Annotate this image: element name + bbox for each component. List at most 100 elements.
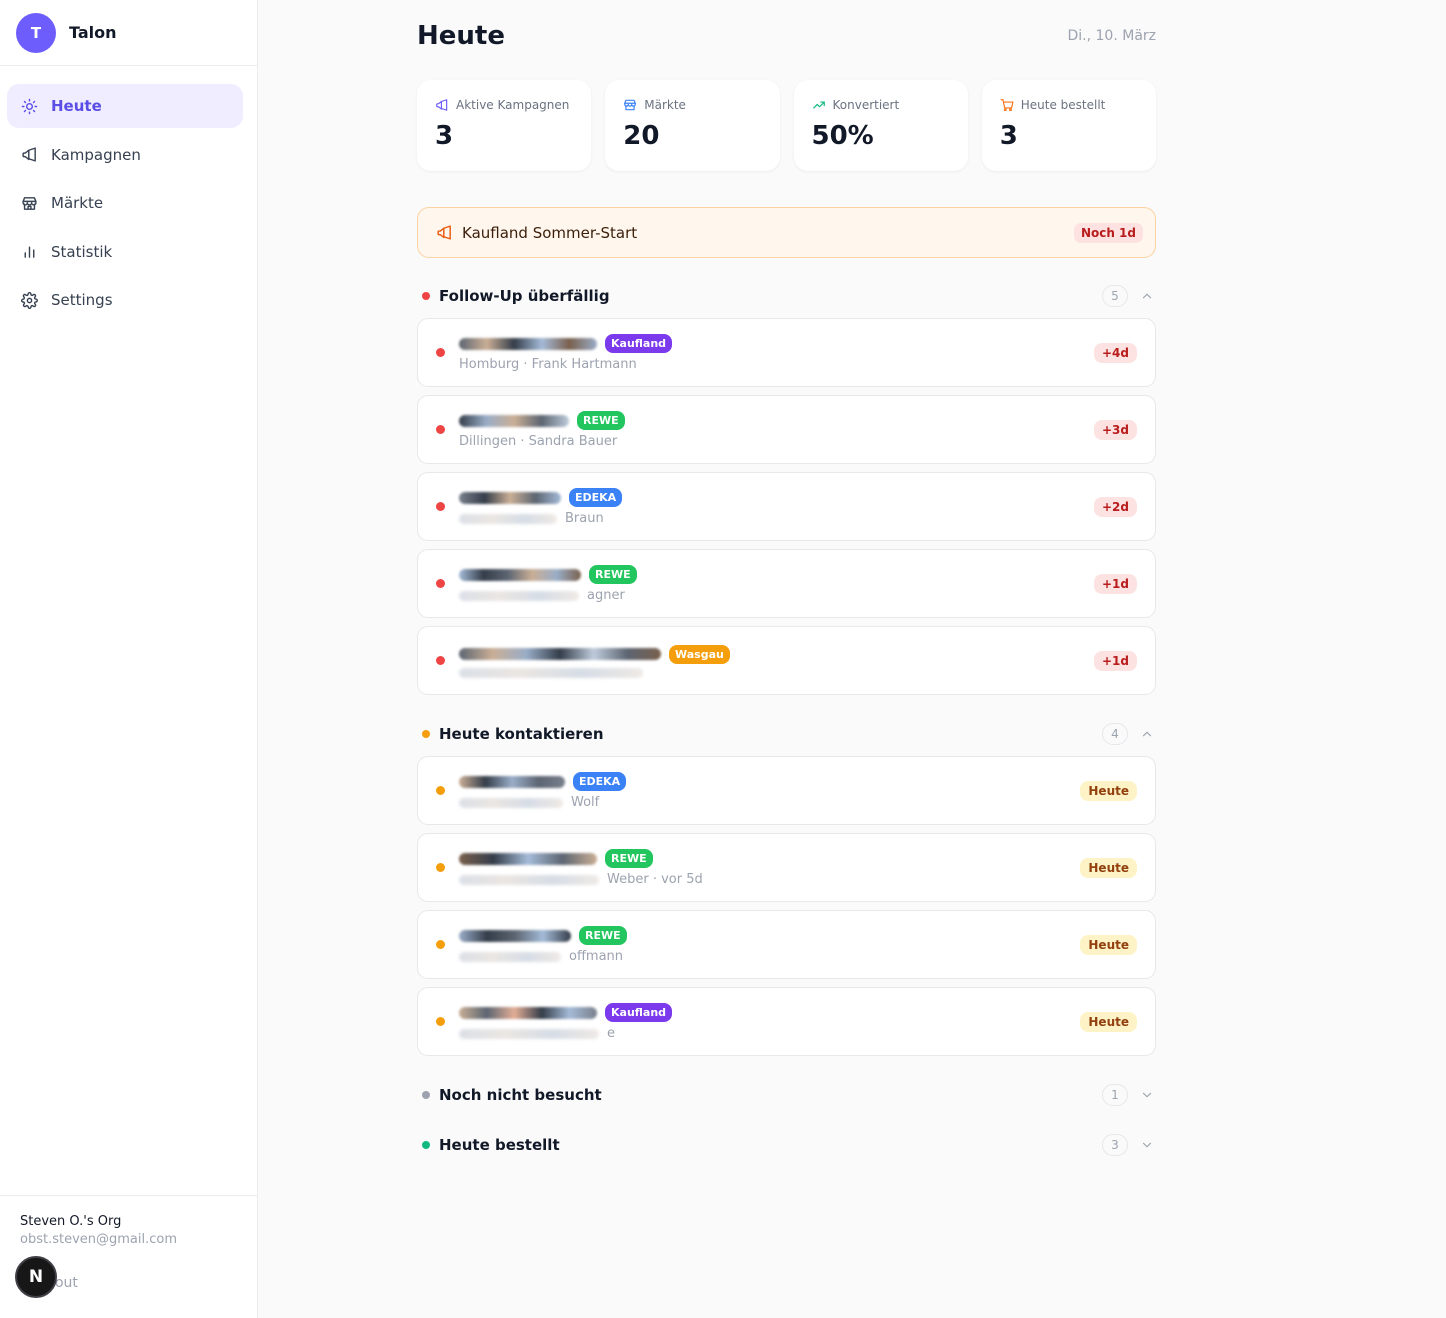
status-dot xyxy=(436,502,445,511)
contact-name: Weber xyxy=(607,872,649,887)
stat-card-bestellt[interactable]: Heute bestellt 3 xyxy=(981,80,1156,171)
contact-name: agner xyxy=(587,588,625,603)
overdue-badge: +2d xyxy=(1094,496,1137,517)
chain-badge: REWE xyxy=(577,411,625,430)
sidebar-item-label: Märkte xyxy=(51,194,104,212)
status-dot xyxy=(436,863,445,872)
chain-badge: Wasgau xyxy=(669,644,730,664)
chevron-down-icon[interactable] xyxy=(1140,1088,1154,1102)
sidebar-item-label: Statistik xyxy=(51,242,113,261)
campaign-banner[interactable]: Kaufland Sommer-Start Noch 1d xyxy=(417,207,1156,258)
chevron-up-icon[interactable] xyxy=(1140,727,1154,741)
due-badge: Heute xyxy=(1080,780,1137,801)
stat-value: 3 xyxy=(999,121,1018,151)
section-header-followup[interactable]: Follow-Up überfällig 5 xyxy=(417,285,1156,307)
list-item[interactable]: EDEKA Wolf Heute xyxy=(417,756,1156,825)
megaphone-icon xyxy=(436,99,448,111)
market-name-redacted xyxy=(459,1006,597,1019)
dev-tools-button[interactable]: N xyxy=(15,1256,57,1298)
list-item[interactable]: REWE agner +1d xyxy=(417,549,1156,618)
list-item[interactable]: REWE Weber · vor 5d Heute xyxy=(417,833,1156,902)
list-item[interactable]: Kaufland Homburg · Frank Hartmann +4d xyxy=(417,318,1156,387)
market-name-redacted xyxy=(459,929,571,942)
contact-name: Frank Hartmann xyxy=(531,357,637,372)
section-title: Follow-Up überfällig xyxy=(439,287,610,305)
status-dot xyxy=(436,786,445,795)
megaphone-icon xyxy=(437,225,451,240)
chain-badge: REWE xyxy=(589,565,637,584)
contact-name: Sandra Bauer xyxy=(528,434,618,449)
chevron-up-icon[interactable] xyxy=(1140,289,1154,303)
stat-card-maerkte[interactable]: Märkte 20 xyxy=(605,80,780,171)
section-count: 5 xyxy=(1102,285,1128,307)
due-badge: Heute xyxy=(1080,1011,1137,1032)
page-header: Heute Di., 10. März xyxy=(417,0,1156,72)
sidebar-item-label: Kampagnen xyxy=(51,145,141,164)
sidebar-item-kampagnen[interactable]: Kampagnen xyxy=(7,133,243,177)
bar-chart-icon xyxy=(20,243,38,261)
list-item[interactable]: EDEKA Braun +2d xyxy=(417,472,1156,541)
market-name-redacted xyxy=(459,337,597,350)
list-item[interactable]: REWE offmann Heute xyxy=(417,910,1156,979)
section-header-today[interactable]: Heute kontaktieren 4 xyxy=(417,723,1156,745)
due-badge: Heute xyxy=(1080,934,1137,955)
section-header-ordered[interactable]: Heute bestellt 3 xyxy=(417,1134,1156,1156)
sidebar-item-settings[interactable]: Settings xyxy=(7,278,243,322)
app-avatar: T xyxy=(16,12,56,53)
redacted-text xyxy=(459,1028,599,1039)
list-item[interactable]: REWE Dillingen · Sandra Bauer +3d xyxy=(417,395,1156,464)
status-dot xyxy=(436,579,445,588)
list-item[interactable]: Kaufland e Heute xyxy=(417,987,1156,1056)
last-contact: vor 5d xyxy=(661,872,703,887)
sidebar-nav: Heute Kampagnen Märkte Statistik Setting… xyxy=(0,66,257,322)
separator: · xyxy=(516,434,529,449)
stat-label: Märkte xyxy=(644,98,686,112)
redacted-text xyxy=(459,874,599,885)
cart-icon xyxy=(1000,99,1014,112)
chain-badge: Kaufland xyxy=(605,1003,673,1022)
store-icon xyxy=(20,194,38,212)
section-title: Heute kontaktieren xyxy=(439,725,604,743)
stat-value: 3 xyxy=(435,121,454,151)
contact-name: offmann xyxy=(569,949,624,964)
sidebar-item-heute[interactable]: Heute xyxy=(7,84,243,128)
section-count: 4 xyxy=(1102,723,1128,745)
list-item[interactable]: Wasgau +1d xyxy=(417,626,1156,695)
sun-icon xyxy=(20,97,38,115)
market-name-redacted xyxy=(459,414,569,427)
brand[interactable]: T Talon xyxy=(0,0,257,66)
chevron-down-icon[interactable] xyxy=(1140,1138,1154,1152)
main-content: Heute Di., 10. März Aktive Kampagnen 3 M… xyxy=(417,0,1156,1167)
redacted-text xyxy=(459,951,561,962)
redacted-text xyxy=(459,797,563,808)
stat-card-kampagnen[interactable]: Aktive Kampagnen 3 xyxy=(417,80,592,171)
status-dot xyxy=(422,1141,430,1149)
sidebar-item-statistik[interactable]: Statistik xyxy=(7,230,243,274)
sidebar-item-maerkte[interactable]: Märkte xyxy=(7,181,243,225)
page-date: Di., 10. März xyxy=(1067,28,1157,44)
stats-row: Aktive Kampagnen 3 Märkte 20 Konvertiert… xyxy=(417,80,1156,171)
page-title: Heute xyxy=(417,21,505,51)
chain-badge: REWE xyxy=(605,849,653,868)
account-footer: Steven O.'s Org obst.steven@gmail.com Si… xyxy=(0,1195,257,1318)
stat-value: 20 xyxy=(623,121,660,151)
megaphone-icon xyxy=(20,146,38,164)
chain-badge: EDEKA xyxy=(573,772,627,791)
stat-card-konvertiert[interactable]: Konvertiert 50% xyxy=(793,80,968,171)
status-dot xyxy=(436,1017,445,1026)
section-count: 1 xyxy=(1102,1084,1128,1106)
section-header-notvisited[interactable]: Noch nicht besucht 1 xyxy=(417,1084,1156,1106)
market-name-redacted xyxy=(459,775,565,788)
contact-name: Wolf xyxy=(571,795,600,810)
gear-icon xyxy=(20,291,38,309)
section-title: Heute bestellt xyxy=(439,1136,560,1154)
app-name: Talon xyxy=(69,23,117,42)
stat-label: Konvertiert xyxy=(832,98,900,112)
chain-badge: EDEKA xyxy=(569,488,623,507)
chain-badge: Kaufland xyxy=(605,334,673,353)
stat-value: 50% xyxy=(811,121,874,151)
redacted-text xyxy=(459,513,557,524)
separator: · xyxy=(519,357,532,372)
market-location: Homburg xyxy=(459,357,520,372)
sidebar-item-label: Heute xyxy=(51,97,102,115)
